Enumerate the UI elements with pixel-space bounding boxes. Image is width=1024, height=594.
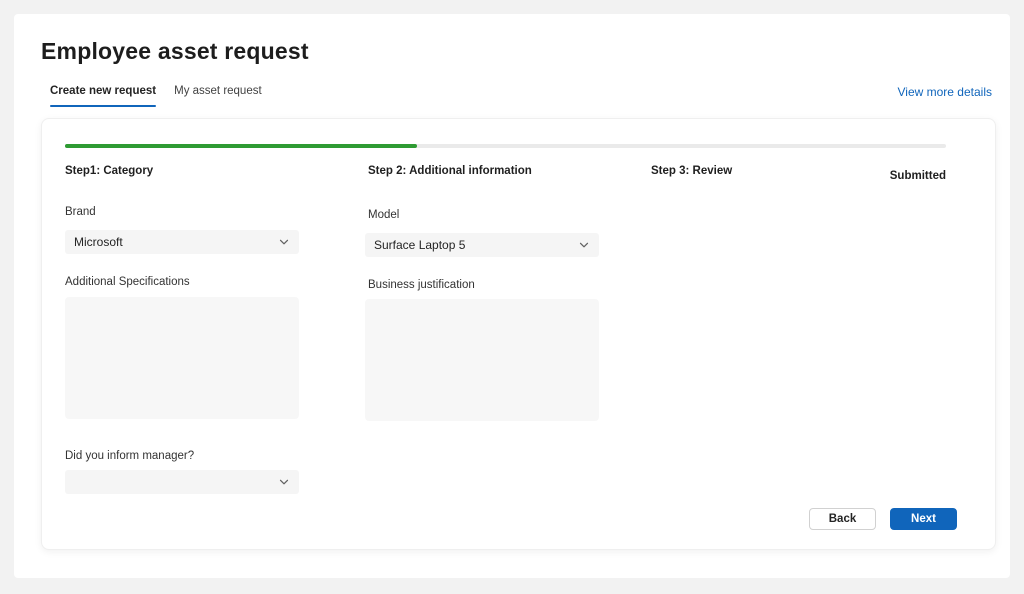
tab-label: Create new request [50, 85, 156, 97]
chevron-down-icon [278, 236, 290, 248]
step-label-review: Step 3: Review [651, 165, 732, 177]
step-label-submitted: Submitted [890, 170, 946, 182]
tab-label: My asset request [174, 85, 262, 97]
brand-label: Brand [65, 206, 96, 218]
chevron-down-icon [278, 476, 290, 488]
app-panel: Employee asset request Create new reques… [14, 14, 1010, 578]
active-tab-underline [50, 105, 156, 108]
page-title: Employee asset request [41, 38, 309, 65]
progress-bar-track [65, 144, 946, 148]
view-more-details-link[interactable]: View more details [898, 85, 993, 99]
inform-manager-label: Did you inform manager? [65, 450, 194, 462]
request-form-card: Step1: Category Step 2: Additional infor… [41, 118, 996, 550]
model-dropdown[interactable]: Surface Laptop 5 [365, 233, 599, 257]
brand-dropdown-value: Microsoft [74, 235, 123, 249]
step-label-category: Step1: Category [65, 165, 153, 177]
business-justification-label: Business justification [368, 279, 475, 291]
model-label: Model [368, 209, 399, 221]
next-button[interactable]: Next [890, 508, 957, 530]
tab-my-asset-request[interactable]: My asset request [165, 80, 271, 107]
brand-dropdown[interactable]: Microsoft [65, 230, 299, 254]
additional-specifications-textarea[interactable] [65, 297, 299, 419]
additional-specifications-label: Additional Specifications [65, 276, 190, 288]
tab-bar: Create new request My asset request [41, 80, 271, 110]
tab-create-new-request[interactable]: Create new request [41, 80, 165, 107]
back-button[interactable]: Back [809, 508, 876, 530]
inform-manager-dropdown[interactable] [65, 470, 299, 494]
business-justification-textarea[interactable] [365, 299, 599, 421]
model-dropdown-value: Surface Laptop 5 [374, 238, 465, 252]
progress-bar-fill [65, 144, 417, 148]
step-label-additional-information: Step 2: Additional information [368, 165, 532, 177]
chevron-down-icon [578, 239, 590, 251]
